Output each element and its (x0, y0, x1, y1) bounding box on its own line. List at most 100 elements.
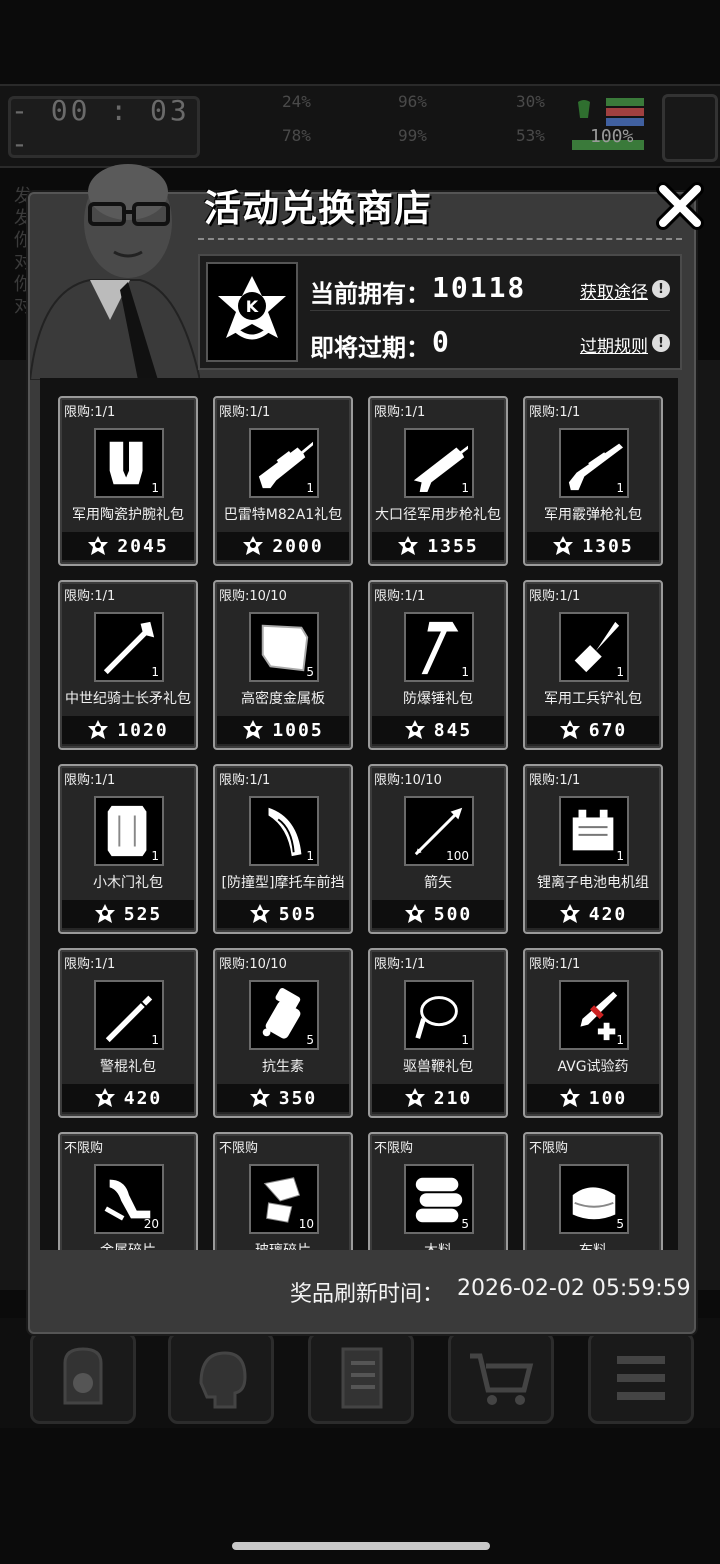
spear-icon (103, 621, 155, 675)
pill-bottle-icon (262, 987, 301, 1039)
item-name: 小木门礼包 (93, 875, 163, 891)
shop-item-card[interactable]: 限购:1/1 1 警棍礼包 420 (58, 948, 198, 1118)
price-bar: 845 (372, 716, 504, 744)
token-emblem-icon: K (206, 262, 298, 362)
item-quantity: 5 (616, 1217, 624, 1231)
item-quantity: 1 (616, 665, 624, 679)
item-icon-frame: 1 (94, 612, 164, 682)
purchase-limit: 限购:1/1 (64, 957, 116, 972)
item-name: 防爆锤礼包 (403, 691, 473, 707)
sniper-rifle-icon (258, 441, 313, 489)
item-icon-frame: 1 (559, 428, 629, 498)
item-name: 军用工兵铲礼包 (544, 691, 642, 707)
nav-menu-button[interactable] (588, 1332, 694, 1424)
stat-value: 53% (516, 126, 545, 145)
price-bar: 100 (527, 1084, 659, 1112)
item-icon-frame: 5 (249, 612, 319, 682)
stat-value: 24% (282, 92, 311, 111)
purchase-limit: 限购:1/1 (64, 405, 116, 420)
item-price: 525 (123, 903, 163, 925)
shop-item-card[interactable]: 限购:1/1 1 军用工兵铲礼包 670 (523, 580, 663, 750)
shop-item-card[interactable]: 限购:10/10 5 高密度金属板 1005 (213, 580, 353, 750)
item-name: 驱兽鞭礼包 (403, 1059, 473, 1075)
token-icon (88, 536, 109, 555)
shop-item-card[interactable]: 限购:1/1 1 大口径军用步枪礼包 1355 (368, 396, 508, 566)
stat-value: 96% (398, 92, 427, 111)
info-icon[interactable]: ! (652, 280, 670, 298)
purchase-limit: 限购:1/1 (529, 957, 581, 972)
shop-item-card[interactable]: 限购:1/1 1 军用霰弹枪礼包 1305 (523, 396, 663, 566)
shop-item-card[interactable]: 不限购 20 金属碎片 (58, 1132, 198, 1250)
item-name: 军用陶瓷护腕礼包 (72, 507, 184, 523)
token-icon (249, 1088, 270, 1107)
item-quantity: 1 (151, 1033, 159, 1047)
item-icon-frame: 1 (559, 980, 629, 1050)
token-icon (404, 1088, 425, 1107)
home-indicator[interactable] (232, 1542, 490, 1550)
item-quantity: 5 (306, 1033, 314, 1047)
item-name: 锂离子电池电机组 (537, 875, 649, 891)
token-icon (243, 536, 264, 555)
wooden-door-icon (107, 805, 147, 857)
price-bar: 1005 (217, 716, 349, 744)
nav-shop-button[interactable] (448, 1332, 554, 1424)
purchase-limit: 限购:10/10 (219, 589, 287, 604)
item-grid-scroll[interactable]: 限购:1/1 1 军用陶瓷护腕礼包 2045 限购:1/1 1 巴雷特M82A1… (40, 378, 678, 1250)
price-bar: 525 (62, 900, 194, 928)
item-name: 大口径军用步枪礼包 (375, 507, 501, 523)
shop-item-card[interactable]: 限购:1/1 1 军用陶瓷护腕礼包 2045 (58, 396, 198, 566)
info-icon[interactable]: ! (652, 334, 670, 352)
token-icon (94, 1088, 115, 1107)
shop-item-card[interactable]: 限购:1/1 1 驱兽鞭礼包 210 (368, 948, 508, 1118)
item-icon-frame: 5 (559, 1164, 629, 1234)
item-name: 巴雷特M82A1礼包 (223, 507, 343, 523)
item-quantity: 1 (616, 481, 624, 495)
brain-icon (199, 1351, 247, 1409)
hud-button[interactable] (662, 94, 718, 162)
cloth-icon (572, 1187, 616, 1220)
token-icon (404, 904, 425, 923)
shop-item-card[interactable]: 限购:1/1 1 [防撞型]摩托车前挡 505 (213, 764, 353, 934)
shotgun-icon (568, 443, 623, 491)
shop-item-card[interactable]: 不限购 5 木料 (368, 1132, 508, 1250)
item-price: 1305 (582, 535, 634, 557)
item-price: 420 (588, 903, 628, 925)
expire-label: 即将过期： (310, 334, 430, 362)
item-name: 箭矢 (424, 875, 452, 891)
shop-item-card[interactable]: 限购:1/1 1 小木门礼包 525 (58, 764, 198, 934)
obtain-link[interactable]: 获取途径 (580, 278, 648, 303)
shop-item-card[interactable]: 限购:1/1 1 中世纪骑士长矛礼包 1020 (58, 580, 198, 750)
merchant-portrait (30, 164, 200, 380)
shop-item-card[interactable]: 不限购 5 布料 (523, 1132, 663, 1250)
token-icon (559, 904, 580, 923)
nav-backpack-button[interactable] (30, 1332, 136, 1424)
item-price: 1355 (427, 535, 479, 557)
shop-item-card[interactable]: 限购:1/1 1 防爆锤礼包 845 (368, 580, 508, 750)
shop-item-card[interactable]: 限购:10/10 5 抗生素 350 (213, 948, 353, 1118)
nav-journal-button[interactable] (308, 1332, 414, 1424)
purchase-limit: 限购:1/1 (529, 589, 581, 604)
token-icon (559, 720, 580, 739)
nav-skills-button[interactable] (168, 1332, 274, 1424)
game-timer: - 00 : 03 - (8, 94, 200, 160)
price-bar: 2045 (62, 532, 194, 560)
notebook-icon (341, 1347, 383, 1409)
close-button[interactable] (652, 178, 708, 234)
shop-item-card[interactable]: 不限购 10 玻璃碎片 (213, 1132, 353, 1250)
price-bar: 500 (372, 900, 504, 928)
cart-icon (470, 1353, 534, 1405)
token-icon (88, 720, 109, 739)
item-quantity: 1 (616, 1033, 624, 1047)
item-name: AVG试验药 (557, 1059, 629, 1075)
shop-item-card[interactable]: 限购:1/1 1 锂离子电池电机组 420 (523, 764, 663, 934)
expire-rules-link[interactable]: 过期规则 (580, 332, 648, 357)
metal-plate-icon (261, 624, 309, 672)
purchase-limit: 限购:1/1 (219, 773, 271, 788)
currency-panel: K 当前拥有： 10118 即将过期： 0 获取途径 ! 过期规则 ! (198, 254, 682, 370)
shop-item-card[interactable]: 限购:10/10 100 箭矢 500 (368, 764, 508, 934)
shop-item-card[interactable]: 限购:1/1 1 AVG试验药 100 (523, 948, 663, 1118)
shop-item-card[interactable]: 限购:1/1 1 巴雷特M82A1礼包 2000 (213, 396, 353, 566)
baton-icon (105, 995, 153, 1043)
item-name: 警棍礼包 (100, 1059, 156, 1075)
item-price: 1020 (117, 719, 169, 741)
